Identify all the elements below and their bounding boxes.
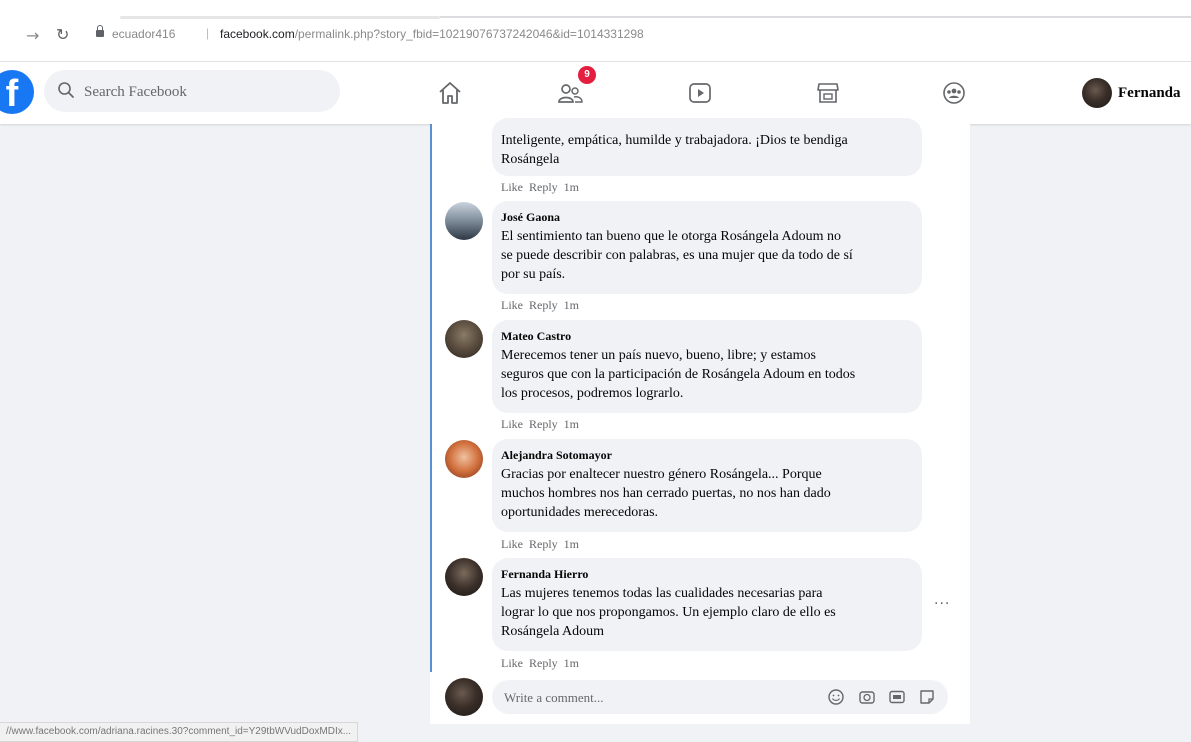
browser-toolbar: → ↻ ecuador416 | facebook.com/permalink.… [0,0,1191,62]
friends-notification-badge[interactable]: 9 [578,66,596,84]
forward-icon[interactable]: → [26,26,39,45]
camera-icon[interactable] [858,688,876,706]
reply-link[interactable]: Reply [529,656,558,670]
comment-author[interactable]: José Gaona [501,210,560,225]
comment-time[interactable]: 1m [564,537,579,551]
comment-composer[interactable] [492,680,948,714]
search-box[interactable] [44,70,340,112]
avatar[interactable] [445,202,483,240]
search-input[interactable] [82,78,326,106]
emoji-icon[interactable] [827,688,845,706]
friends-icon [558,84,583,103]
comment-time[interactable]: 1m [564,417,579,431]
avatar[interactable] [445,440,483,478]
groups-icon [943,82,965,104]
reply-link[interactable]: Reply [529,417,558,431]
site-label: ecuador416 [112,27,176,41]
comment-text-line: Las mujeres tenemos todas las cualidades… [501,586,823,601]
nav-groups[interactable] [934,73,974,113]
comment-text-line: los procesos, podremos lograrlo. [501,386,684,401]
facebook-logo[interactable]: f [0,70,34,114]
marketplace-icon [817,83,839,103]
comment-text-line: Inteligente, empática, humilde y trabaja… [501,133,848,148]
profile-name: Fernanda [1118,84,1181,101]
comment-text-line: Gracias por enaltecer nuestro género Ros… [501,467,822,482]
comment-actions: Like Reply 1m [501,417,585,432]
reply-link[interactable]: Reply [529,180,558,194]
comment-text-line: Rosángela [501,152,560,167]
like-link[interactable]: Like [501,656,523,670]
lock-icon[interactable] [96,25,104,37]
comment-text-line: oportunidades merecedoras. [501,505,659,520]
toolbar-divider [440,16,1191,18]
url-path: /permalink.php?story_fbid=10219076737242… [294,27,644,41]
like-link[interactable]: Like [501,180,523,194]
nav-marketplace[interactable] [808,73,848,113]
comment-text-line: Rosángela Adoum [501,624,605,639]
address-separator: | [206,26,210,40]
avatar [445,678,483,716]
avatar [1082,78,1112,108]
comment-text-line: lograr lo que nos propongamos. Un ejempl… [501,605,836,620]
more-options-icon[interactable]: ··· [934,596,950,612]
nav-watch[interactable] [680,73,720,113]
reply-link[interactable]: Reply [529,537,558,551]
address-bar[interactable]: facebook.com/permalink.php?story_fbid=10… [220,27,644,41]
comment-text-line: Merecemos tener un país nuevo, bueno, li… [501,348,816,363]
browser-status-url: //www.facebook.com/adriana.racines.30?co… [0,722,359,742]
comment-time[interactable]: 1m [564,656,579,670]
like-link[interactable]: Like [501,537,523,551]
comment-actions: Like Reply 1m [501,180,585,195]
comment-actions: Like Reply 1m [501,298,585,313]
comment-actions: Like Reply 1m [501,656,585,671]
search-icon [58,82,74,98]
avatar[interactable] [445,558,483,596]
home-icon [439,82,461,104]
reload-icon[interactable]: ↻ [56,25,69,44]
profile-shortcut[interactable]: Fernanda [1082,78,1181,108]
comment-actions: Like Reply 1m [501,537,585,552]
comment-time[interactable]: 1m [564,298,579,312]
comment-text-line: muchos hombres nos han cerrado puertas, … [501,486,831,501]
nav-home[interactable] [430,73,470,113]
comment-text-line: seguros que con la participación de Rosá… [501,367,856,382]
comment-time[interactable]: 1m [564,180,579,194]
thread-line [430,124,432,672]
tab-strip-edge [120,16,440,19]
comment-text-line: se puede describir con palabras, es una … [501,248,853,263]
sticker-icon[interactable] [918,688,936,706]
reply-link[interactable]: Reply [529,298,558,312]
facebook-header: f 9 [0,62,1191,124]
comment-text-line: por su país. [501,267,566,282]
like-link[interactable]: Like [501,417,523,431]
url-domain: facebook.com [220,27,295,41]
comment-text-line: El sentimiento tan bueno que le otorga R… [501,229,841,244]
comment-author[interactable]: Alejandra Sotomayor [501,448,612,463]
comment-author[interactable]: Mateo Castro [501,329,571,344]
avatar[interactable] [445,320,483,358]
video-icon [689,83,711,103]
gif-icon[interactable] [888,688,906,706]
comment-input[interactable] [502,686,806,710]
like-link[interactable]: Like [501,298,523,312]
comment-author[interactable]: Fernanda Hierro [501,567,588,582]
